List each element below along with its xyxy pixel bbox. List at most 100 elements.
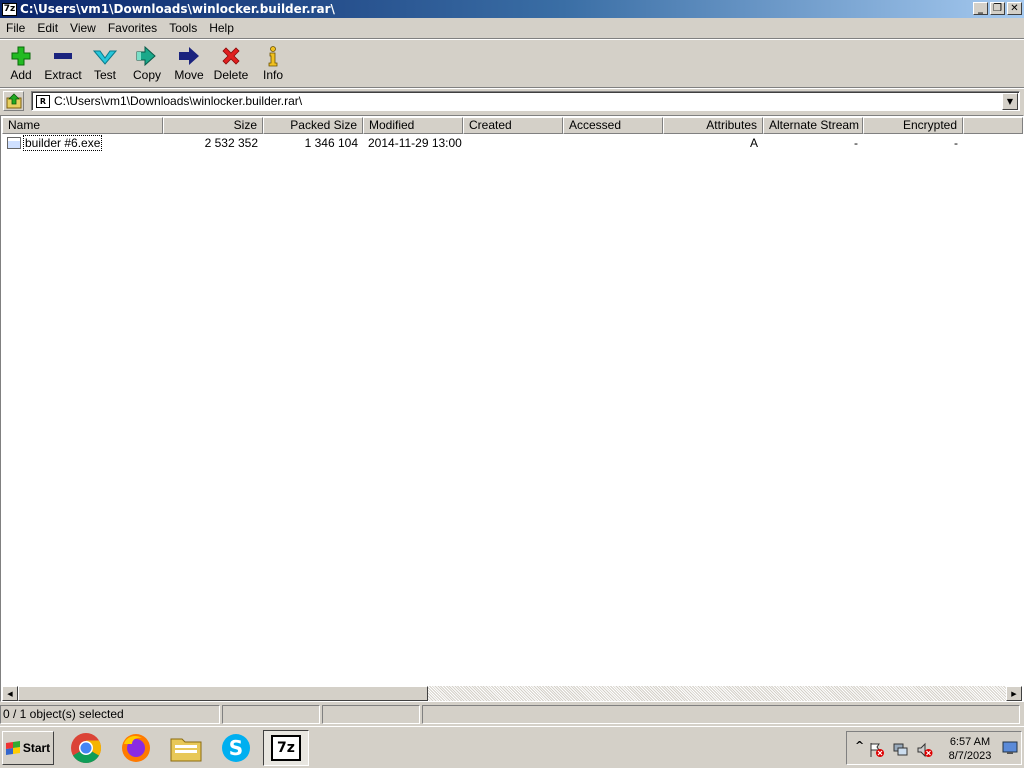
- taskbar: Start S 7z ^ 6:57 AM 8/7/2023: [0, 726, 1024, 768]
- 7zip-logo: 7z: [271, 735, 301, 761]
- horizontal-scrollbar[interactable]: ◀ ▶: [2, 686, 1022, 701]
- scroll-left-button[interactable]: ◀: [2, 686, 18, 701]
- column-header-name[interactable]: Name: [2, 117, 163, 134]
- move-label: Move: [174, 68, 204, 82]
- address-input[interactable]: C:\Users\vm1\Downloads\winlocker.builder…: [54, 94, 1002, 108]
- clock-date: 8/7/2023: [948, 750, 992, 762]
- menu-bar: File Edit View Favorites Tools Help: [0, 18, 1024, 38]
- column-header-row: Name Size Packed Size Modified Created A…: [2, 117, 1023, 134]
- cell-modified: 2014-11-29 13:00: [368, 136, 462, 150]
- chrome-icon[interactable]: [63, 730, 109, 766]
- status-panel-4: [422, 705, 1020, 724]
- menu-tools[interactable]: Tools: [163, 21, 203, 35]
- menu-divider: [0, 38, 1024, 40]
- add-label: Add: [10, 68, 32, 82]
- toolbar: Add Extract Test Copy Move Delete Info: [0, 41, 294, 87]
- folder-logo: [170, 738, 202, 762]
- menu-edit[interactable]: Edit: [31, 21, 64, 35]
- up-arrow-folder-icon: [6, 93, 21, 109]
- minimize-button[interactable]: _: [973, 2, 988, 15]
- checkmark-icon: [93, 50, 117, 65]
- extract-label: Extract: [44, 68, 82, 82]
- menu-file[interactable]: File: [0, 21, 31, 35]
- action-center-flag-icon[interactable]: [869, 742, 885, 758]
- column-header-accessed[interactable]: Accessed: [563, 117, 663, 134]
- info-button[interactable]: Info: [252, 41, 294, 85]
- column-header-created[interactable]: Created: [463, 117, 563, 134]
- delete-label: Delete: [213, 68, 249, 82]
- test-label: Test: [93, 68, 116, 82]
- skype-logo: S: [222, 734, 250, 762]
- column-header-attributes[interactable]: Attributes: [663, 117, 763, 134]
- menu-help[interactable]: Help: [203, 21, 240, 35]
- status-panel-3: [322, 705, 420, 724]
- network-icon[interactable]: [893, 742, 909, 758]
- column-header-encrypted[interactable]: Encrypted: [863, 117, 963, 134]
- clock-time: 6:57 AM: [949, 736, 991, 748]
- close-button[interactable]: ✕: [1007, 2, 1022, 15]
- arrow-right-icon: [179, 47, 199, 65]
- start-label: Start: [22, 741, 51, 755]
- test-button[interactable]: Test: [84, 41, 126, 85]
- system-tray: ^ 6:57 AM 8/7/2023: [846, 731, 1022, 765]
- clock[interactable]: 6:57 AM 8/7/2023: [941, 735, 999, 763]
- address-dropdown-button[interactable]: ▼: [1002, 92, 1018, 110]
- info-icon: [268, 46, 278, 67]
- chevron-down-icon: ▼: [1006, 96, 1014, 106]
- skype-icon[interactable]: S: [213, 730, 259, 766]
- scroll-track[interactable]: [18, 686, 1006, 701]
- status-panel-2: [222, 705, 320, 724]
- minus-icon: [54, 53, 72, 59]
- scroll-right-button[interactable]: ▶: [1006, 686, 1022, 701]
- column-header-size[interactable]: Size: [163, 117, 263, 134]
- firefox-icon[interactable]: [113, 730, 159, 766]
- cell-alternate-stream: -: [854, 136, 858, 150]
- title-bar: 7z C:\Users\vm1\Downloads\winlocker.buil…: [0, 0, 1024, 18]
- add-button[interactable]: Add: [0, 41, 42, 85]
- 7zip-app-icon[interactable]: 7z: [2, 2, 17, 16]
- 7zip-icon[interactable]: 7z: [263, 730, 309, 766]
- table-row[interactable]: builder #6.exe 2 532 352 1 346 104 2014-…: [2, 135, 963, 151]
- move-button[interactable]: Move: [168, 41, 210, 85]
- svg-text:S: S: [229, 736, 243, 760]
- file-list[interactable]: Name Size Packed Size Modified Created A…: [0, 115, 1024, 702]
- chrome-logo: [71, 733, 102, 764]
- restore-button[interactable]: ❐: [990, 2, 1005, 15]
- firefox-logo: [122, 734, 150, 762]
- arrow-right-double-icon: [136, 45, 156, 67]
- menu-view[interactable]: View: [64, 21, 102, 35]
- cell-accessed: [563, 135, 663, 151]
- cell-packed-size: 1 346 104: [304, 136, 358, 150]
- show-desktop-icon[interactable]: [1002, 741, 1018, 755]
- scroll-thumb[interactable]: [18, 686, 428, 701]
- status-selection: 0 / 1 object(s) selected: [0, 705, 220, 724]
- column-header-filler: [963, 117, 1023, 134]
- show-hidden-icons-icon[interactable]: ^: [855, 739, 864, 752]
- extract-button[interactable]: Extract: [42, 41, 84, 85]
- address-bar[interactable]: R C:\Users\vm1\Downloads\winlocker.build…: [31, 91, 1020, 111]
- column-header-alternate-stream[interactable]: Alternate Stream: [763, 117, 863, 134]
- delete-button[interactable]: Delete: [210, 41, 252, 85]
- copy-button[interactable]: Copy: [126, 41, 168, 85]
- copy-label: Copy: [132, 68, 161, 82]
- info-label: Info: [262, 68, 283, 82]
- file-name[interactable]: builder #6.exe: [23, 135, 103, 151]
- start-button[interactable]: Start: [2, 731, 54, 765]
- cell-encrypted: -: [954, 136, 958, 150]
- file-explorer-icon[interactable]: [163, 730, 209, 766]
- toolbar-divider: [0, 87, 1024, 89]
- column-header-packed-size[interactable]: Packed Size: [263, 117, 363, 134]
- plus-icon: [11, 46, 31, 66]
- column-header-modified[interactable]: Modified: [363, 117, 463, 134]
- volume-muted-icon[interactable]: [917, 742, 933, 758]
- x-icon: [222, 47, 240, 65]
- up-folder-button[interactable]: [3, 91, 24, 111]
- cell-size: 2 532 352: [204, 136, 258, 150]
- status-bar: 0 / 1 object(s) selected: [0, 705, 1024, 724]
- window-title: C:\Users\vm1\Downloads\winlocker.builder…: [20, 2, 335, 16]
- menu-favorites[interactable]: Favorites: [102, 21, 163, 35]
- cell-attributes: A: [749, 136, 758, 150]
- exe-file-icon: [7, 137, 21, 149]
- rar-archive-icon: R: [36, 94, 50, 108]
- cell-created: [463, 135, 563, 151]
